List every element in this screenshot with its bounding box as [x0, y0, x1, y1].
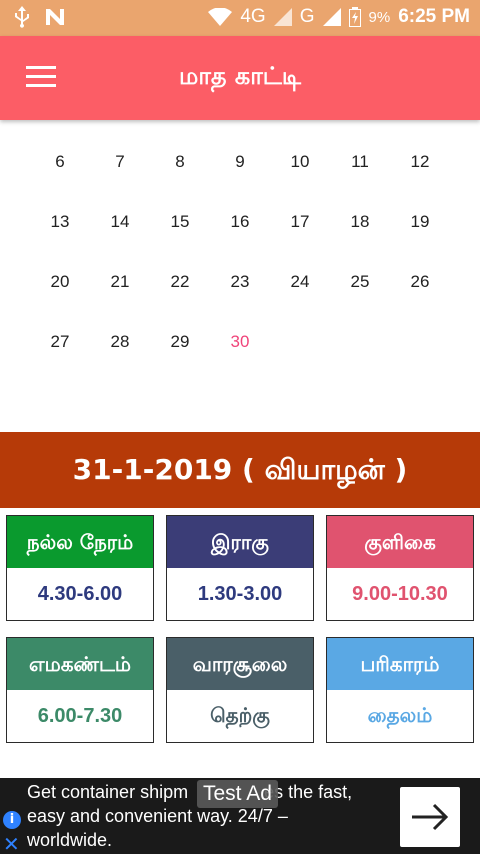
timing-card-label: இராகு — [167, 516, 313, 568]
timing-card-value: 6.00-7.30 — [37, 705, 123, 727]
calendar-day[interactable]: 29 — [150, 312, 210, 372]
timing-card-value: 4.30-6.00 — [37, 583, 123, 605]
timing-card[interactable]: இராகு 1.30-3.00 — [166, 515, 314, 621]
timing-card[interactable]: நல்ல நேரம் 4.30-6.00 — [6, 515, 154, 621]
network-g-label: G — [299, 6, 315, 27]
calendar-day[interactable]: 17 — [270, 192, 330, 252]
battery-percent: 9% — [368, 8, 391, 26]
ad-banner[interactable]: Get container shipm es the fast, easy and… — [0, 778, 480, 854]
calendar-day[interactable]: 6 — [30, 132, 90, 192]
calendar-day[interactable]: 14 — [90, 192, 150, 252]
calendar-day[interactable]: 19 — [390, 192, 450, 252]
timing-card[interactable]: எமகண்டம் 6.00-7.30 — [6, 637, 154, 743]
calendar-day[interactable]: 23 — [210, 252, 270, 312]
timing-card-label: வாரசூலை — [167, 638, 313, 690]
n-icon — [46, 9, 64, 25]
calendar-day[interactable]: 18 — [330, 192, 390, 252]
arrow-right-icon — [412, 803, 449, 831]
calendar-day[interactable]: 16 — [210, 192, 270, 252]
usb-icon — [15, 6, 29, 28]
status-bar: 4G G 9% 6:25 PM — [0, 0, 480, 36]
calendar-day[interactable]: 27 — [30, 312, 90, 372]
calendar-day[interactable]: 7 — [90, 132, 150, 192]
battery-icon — [348, 7, 361, 27]
calendar-day[interactable]: 26 — [390, 252, 450, 312]
calendar-day[interactable]: 28 — [90, 312, 150, 372]
calendar-day[interactable]: 13 — [30, 192, 90, 252]
timing-card-label: எமகண்டம் — [7, 638, 153, 690]
close-icon[interactable]: ✕ — [3, 834, 20, 854]
calendar-week-row: 27 28 29 30 31 — [30, 312, 450, 372]
calendar-day[interactable]: 25 — [330, 252, 390, 312]
calendar-day[interactable]: 9 — [210, 132, 270, 192]
calendar-week-row: 13 14 15 16 17 18 19 — [30, 192, 450, 252]
timing-card[interactable]: குளிகை 9.00-10.30 — [326, 515, 474, 621]
timing-card-value: 9.00-10.30 — [352, 583, 448, 605]
timing-card-label: பரிகாரம் — [327, 638, 473, 690]
calendar-week-row: 20 21 22 23 24 25 26 — [30, 252, 450, 312]
calendar-day[interactable]: 24 — [270, 252, 330, 312]
timing-card-value: தெற்கு — [210, 705, 270, 727]
calendar-day[interactable]: 12 — [390, 132, 450, 192]
calendar-day[interactable]: 21 — [90, 252, 150, 312]
calendar-day[interactable]: 20 — [30, 252, 90, 312]
timing-card-value: 1.30-3.00 — [197, 583, 283, 605]
signal-icon — [273, 8, 292, 26]
wifi-icon — [208, 8, 233, 26]
app-bar: மாத காட்டி — [0, 36, 480, 120]
calendar-day[interactable]: 10 — [270, 132, 330, 192]
calendar-day[interactable]: 22 — [150, 252, 210, 312]
page-title: மாத காட்டி — [179, 62, 301, 90]
timing-card[interactable]: பரிகாரம் தைலம் — [326, 637, 474, 743]
timing-card-label: குளிகை — [327, 516, 473, 568]
calendar-week-row: 6 7 8 9 10 11 12 — [30, 132, 450, 192]
clock: 6:25 PM — [398, 6, 470, 27]
ad-go-button[interactable] — [400, 787, 460, 847]
timing-card[interactable]: வாரசூலை தெற்கு — [166, 637, 314, 743]
network-4g-label: 4G — [240, 6, 266, 27]
info-icon[interactable]: i — [3, 811, 21, 829]
timing-card-value: தைலம் — [367, 705, 433, 727]
calendar-day[interactable]: 31 — [270, 312, 330, 372]
selected-date-banner: 31-1-2019 ( வியாழன் ) — [0, 432, 480, 508]
signal-icon — [322, 8, 341, 26]
calendar-day[interactable]: 30 — [210, 312, 270, 372]
calendar-day[interactable]: 11 — [330, 132, 390, 192]
calendar-day[interactable]: 15 — [150, 192, 210, 252]
calendar-day[interactable]: 8 — [150, 132, 210, 192]
test-ad-badge: Test Ad — [197, 780, 278, 808]
timing-card-label: நல்ல நேரம் — [7, 516, 153, 568]
